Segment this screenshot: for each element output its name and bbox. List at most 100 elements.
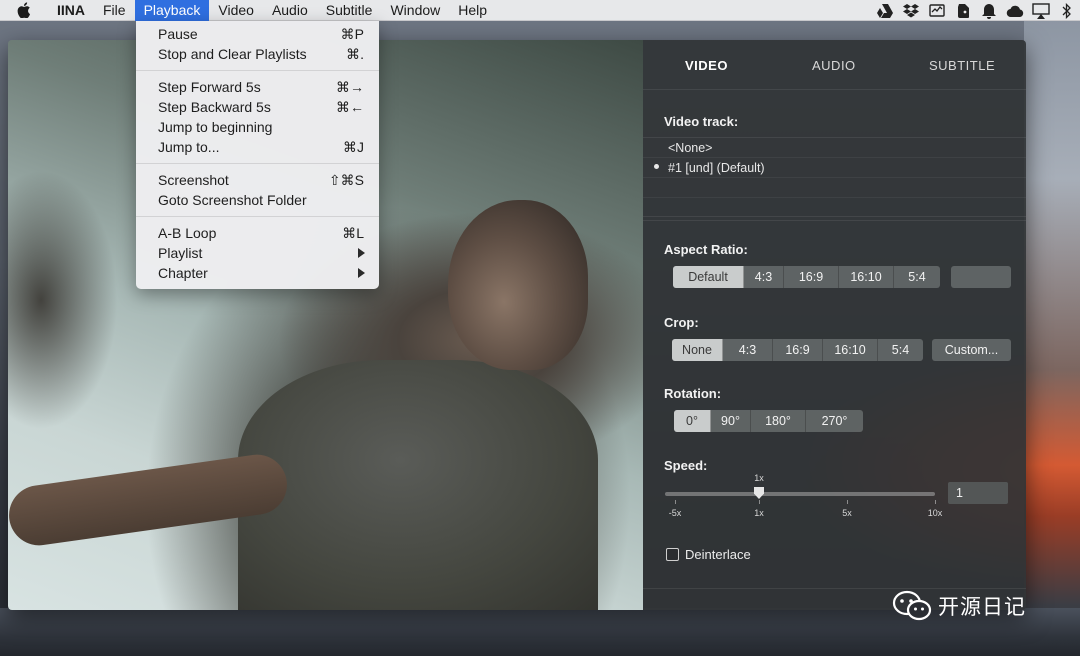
panel-divider [643, 588, 1026, 589]
panel-tabs: VIDEO AUDIO SUBTITLE [643, 40, 1026, 90]
menu-item-shortcut: ⌘P [340, 26, 364, 42]
speed-value-input[interactable]: 1 [948, 482, 1008, 504]
menu-item-playlist[interactable]: Playlist [136, 243, 379, 263]
rotation-option-90[interactable]: 90° [711, 410, 751, 432]
crop-custom-button[interactable]: Custom... [932, 339, 1011, 361]
menu-item-shortcut: ⌘L [342, 225, 364, 241]
aspect-option-5-4[interactable]: 5:4 [894, 266, 940, 288]
menu-item-ab-loop[interactable]: A-B Loop ⌘L [136, 223, 379, 243]
bell-icon[interactable] [980, 3, 998, 19]
cloud-icon[interactable] [1006, 3, 1024, 19]
aspect-option-16-10[interactable]: 16:10 [839, 266, 894, 288]
track-item-label: <None> [668, 141, 713, 155]
menu-item-stop-clear[interactable]: Stop and Clear Playlists ⌘. [136, 44, 379, 64]
menu-item-shortcut: ⇧⌘S [328, 172, 364, 188]
menu-item-label: Goto Screenshot Folder [158, 192, 307, 208]
speed-slider-knob[interactable] [754, 487, 764, 499]
crop-control: None 4:3 16:9 16:10 5:4 [672, 339, 923, 361]
deinterlace-label: Deinterlace [685, 547, 751, 562]
speed-slider-track[interactable] [665, 492, 935, 496]
aspect-custom-slot[interactable] [951, 266, 1011, 288]
bluetooth-icon[interactable] [1058, 2, 1076, 19]
menu-item-step-forward[interactable]: Step Forward 5s ⌘→ [136, 77, 379, 97]
crop-option-16-9[interactable]: 16:9 [773, 339, 823, 361]
menu-item-label: Pause [158, 26, 198, 42]
watermark-text: 开源日记 [938, 595, 1026, 619]
tab-video[interactable]: VIDEO [685, 58, 728, 73]
tab-audio[interactable]: AUDIO [812, 58, 856, 73]
crop-option-4-3[interactable]: 4:3 [723, 339, 773, 361]
submenu-arrow-icon [358, 248, 365, 258]
playback-menu: Pause ⌘P Stop and Clear Playlists ⌘. Ste… [136, 21, 379, 289]
desktop-wallpaper-edge [1024, 20, 1080, 656]
menu-item-label: Jump to beginning [158, 119, 273, 135]
speed-current-label: 1x [754, 473, 764, 483]
speed-tick [759, 500, 760, 504]
deinterlace-row[interactable]: Deinterlace [666, 547, 751, 562]
apple-icon[interactable] [16, 2, 32, 18]
quick-settings-panel: VIDEO AUDIO SUBTITLE Video track: <None>… [643, 40, 1026, 610]
menu-item-jump-beginning[interactable]: Jump to beginning [136, 117, 379, 137]
speed-tick-label: 5x [842, 508, 852, 518]
menu-item-screenshot[interactable]: Screenshot ⇧⌘S [136, 170, 379, 190]
menu-item-step-backward[interactable]: Step Backward 5s ⌘← [136, 97, 379, 117]
aspect-option-16-9[interactable]: 16:9 [784, 266, 839, 288]
menu-window[interactable]: Window [381, 0, 449, 21]
speed-tick-label: 1x [754, 508, 764, 518]
crop-option-16-10[interactable]: 16:10 [823, 339, 878, 361]
panel-divider [643, 220, 1026, 221]
track-item-none[interactable]: <None> [643, 138, 1026, 158]
aspect-option-default[interactable]: Default [673, 266, 744, 288]
rotation-control: 0° 90° 180° 270° [674, 410, 863, 432]
crop-label: Crop: [664, 315, 699, 330]
rotation-option-0[interactable]: 0° [674, 410, 711, 432]
menu-item-chapter[interactable]: Chapter [136, 263, 379, 283]
menu-item-label: A-B Loop [158, 225, 217, 241]
dropbox-icon[interactable] [902, 3, 920, 19]
wechat-icon [892, 590, 932, 621]
menu-audio[interactable]: Audio [263, 0, 317, 21]
menu-separator [136, 70, 379, 71]
activity-monitor-icon[interactable] [928, 3, 946, 19]
deinterlace-checkbox[interactable] [666, 548, 679, 561]
selected-dot-icon [654, 164, 659, 169]
speed-tick [675, 500, 676, 504]
rotation-option-270[interactable]: 270° [806, 410, 863, 432]
submenu-arrow-icon [358, 268, 365, 278]
menu-app-name[interactable]: IINA [48, 0, 94, 21]
menu-item-pause[interactable]: Pause ⌘P [136, 24, 379, 44]
crop-option-5-4[interactable]: 5:4 [878, 339, 923, 361]
menu-help[interactable]: Help [449, 0, 496, 21]
menu-separator [136, 163, 379, 164]
video-scene-branch [8, 170, 118, 430]
rotation-label: Rotation: [664, 386, 722, 401]
speed-tick-label: 10x [927, 508, 943, 518]
track-item-label: #1 [und] (Default) [668, 161, 765, 175]
track-item-1[interactable]: #1 [und] (Default) [643, 158, 1026, 178]
menu-item-screenshot-folder[interactable]: Goto Screenshot Folder [136, 190, 379, 210]
aspect-ratio-label: Aspect Ratio: [664, 242, 748, 257]
video-scene-figure-body [238, 360, 598, 610]
video-track-list: <None> #1 [und] (Default) [643, 137, 1026, 217]
speed-tick [935, 500, 936, 504]
crop-option-none[interactable]: None [672, 339, 723, 361]
evernote-icon[interactable] [954, 3, 972, 19]
google-drive-icon[interactable] [876, 3, 894, 19]
menu-item-label: Step Backward 5s [158, 99, 271, 115]
rotation-option-180[interactable]: 180° [751, 410, 806, 432]
speed-label: Speed: [664, 458, 708, 473]
menu-file[interactable]: File [94, 0, 135, 21]
menu-item-label: Screenshot [158, 172, 229, 188]
speed-tick [847, 500, 848, 504]
menu-separator [136, 216, 379, 217]
menu-playback[interactable]: Playback [134, 0, 210, 21]
menu-video[interactable]: Video [209, 0, 263, 21]
airplay-icon[interactable] [1032, 2, 1050, 19]
aspect-option-4-3[interactable]: 4:3 [744, 266, 784, 288]
menu-item-jump-to[interactable]: Jump to... ⌘J [136, 137, 379, 157]
menu-item-label: Playlist [158, 245, 203, 261]
tab-subtitle[interactable]: SUBTITLE [929, 58, 995, 73]
menu-item-shortcut: ⌘← [336, 99, 364, 115]
watermark: 开源日记 [892, 590, 1026, 622]
menu-subtitle[interactable]: Subtitle [317, 0, 382, 21]
